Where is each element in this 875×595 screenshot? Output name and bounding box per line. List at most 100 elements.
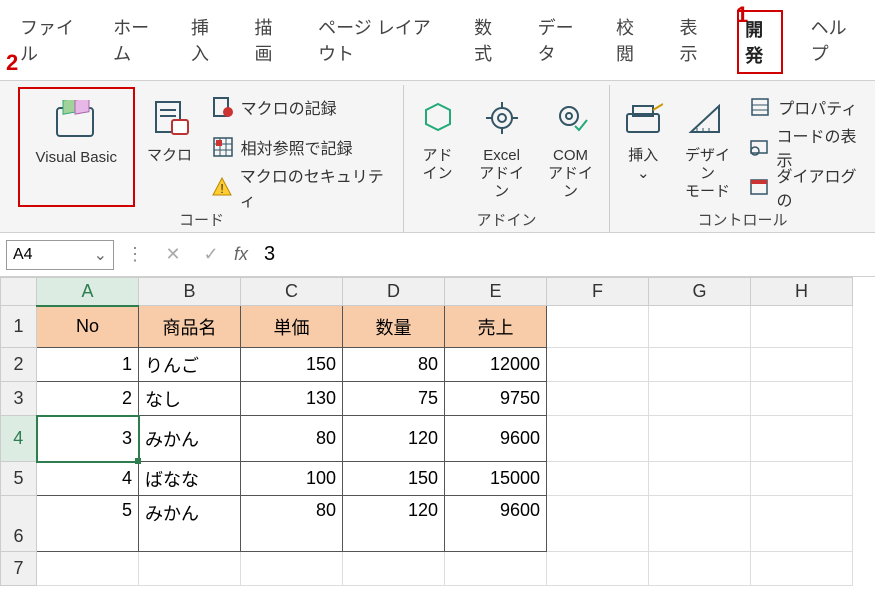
- tab-help[interactable]: ヘルプ: [805, 10, 861, 74]
- relative-ref-button[interactable]: 相対参照で記録: [211, 133, 393, 161]
- cell[interactable]: 100: [241, 462, 343, 496]
- tab-file[interactable]: ファイル: [14, 10, 85, 74]
- cell[interactable]: [649, 496, 751, 552]
- run-dialog-button[interactable]: ダイアログの: [748, 173, 865, 201]
- insert-control-button[interactable]: 挿入⌄: [614, 87, 673, 207]
- cell[interactable]: 80: [241, 496, 343, 552]
- tab-page-layout[interactable]: ページ レイアウト: [312, 10, 446, 74]
- cell[interactable]: ばなな: [139, 462, 241, 496]
- cell[interactable]: [751, 496, 853, 552]
- macro-security-button[interactable]: ! マクロのセキュリティ: [211, 173, 393, 201]
- col-header-G[interactable]: G: [649, 278, 751, 306]
- cell[interactable]: [547, 552, 649, 586]
- col-header-F[interactable]: F: [547, 278, 649, 306]
- com-addins-button[interactable]: COM アドイン: [536, 87, 605, 207]
- row-header-6[interactable]: 6: [1, 496, 37, 552]
- worksheet-grid[interactable]: A B C D E F G H 1 No 商品名 単価 数量 売上 2 1 りん…: [0, 277, 875, 586]
- cell[interactable]: みかん: [139, 416, 241, 462]
- cell[interactable]: みかん: [139, 496, 241, 552]
- cell[interactable]: [751, 306, 853, 348]
- cell[interactable]: 75: [343, 382, 445, 416]
- row-header-1[interactable]: 1: [1, 306, 37, 348]
- cell[interactable]: 9600: [445, 416, 547, 462]
- tab-view[interactable]: 表示: [674, 10, 716, 74]
- cell-selected[interactable]: 3: [37, 416, 139, 462]
- col-header-D[interactable]: D: [343, 278, 445, 306]
- cell[interactable]: [649, 462, 751, 496]
- cell[interactable]: [649, 416, 751, 462]
- tab-developer[interactable]: 開発: [737, 10, 783, 74]
- cancel-icon[interactable]: ✕: [156, 244, 190, 265]
- cell[interactable]: 1: [37, 348, 139, 382]
- row-header-5[interactable]: 5: [1, 462, 37, 496]
- tab-insert[interactable]: 挿入: [185, 10, 227, 74]
- excel-addins-button[interactable]: Excel アドイン: [467, 87, 536, 207]
- cell[interactable]: [751, 462, 853, 496]
- cell[interactable]: りんご: [139, 348, 241, 382]
- cell[interactable]: [547, 382, 649, 416]
- col-header-A[interactable]: A: [37, 278, 139, 306]
- cell[interactable]: 売上: [445, 306, 547, 348]
- confirm-icon[interactable]: ✓: [194, 244, 228, 265]
- cell[interactable]: 4: [37, 462, 139, 496]
- cell[interactable]: [751, 382, 853, 416]
- cell[interactable]: No: [37, 306, 139, 348]
- name-box[interactable]: A4 ⌄: [6, 240, 114, 270]
- row-header-3[interactable]: 3: [1, 382, 37, 416]
- cell[interactable]: [751, 348, 853, 382]
- cell[interactable]: 80: [241, 416, 343, 462]
- cell[interactable]: なし: [139, 382, 241, 416]
- col-header-H[interactable]: H: [751, 278, 853, 306]
- view-code-button[interactable]: コードの表示: [748, 133, 865, 161]
- cell[interactable]: 単価: [241, 306, 343, 348]
- col-header-E[interactable]: E: [445, 278, 547, 306]
- cell[interactable]: [139, 552, 241, 586]
- cell[interactable]: 15000: [445, 462, 547, 496]
- cell[interactable]: [547, 462, 649, 496]
- tab-formulas[interactable]: 数式: [468, 10, 510, 74]
- tab-data[interactable]: データ: [532, 10, 588, 74]
- macros-button[interactable]: マクロ: [135, 87, 205, 207]
- chevron-down-icon[interactable]: ⌄: [94, 245, 107, 265]
- col-header-C[interactable]: C: [241, 278, 343, 306]
- cell[interactable]: [547, 496, 649, 552]
- cell[interactable]: [547, 306, 649, 348]
- cell[interactable]: [649, 382, 751, 416]
- design-mode-button[interactable]: デザイン モード: [673, 87, 743, 207]
- cell[interactable]: [649, 552, 751, 586]
- select-all-corner[interactable]: [1, 278, 37, 306]
- cell[interactable]: [649, 306, 751, 348]
- record-macro-button[interactable]: マクロの記録: [211, 93, 393, 121]
- cell[interactable]: [445, 552, 547, 586]
- row-header-2[interactable]: 2: [1, 348, 37, 382]
- cell[interactable]: 5: [37, 496, 139, 552]
- formula-input[interactable]: [262, 241, 869, 268]
- cell[interactable]: [751, 416, 853, 462]
- properties-button[interactable]: プロパティ: [748, 93, 865, 121]
- cell[interactable]: [751, 552, 853, 586]
- col-header-B[interactable]: B: [139, 278, 241, 306]
- cell[interactable]: 150: [343, 462, 445, 496]
- cell[interactable]: 150: [241, 348, 343, 382]
- cell[interactable]: 120: [343, 416, 445, 462]
- cell[interactable]: 130: [241, 382, 343, 416]
- cell[interactable]: 80: [343, 348, 445, 382]
- cell[interactable]: 9600: [445, 496, 547, 552]
- tab-draw[interactable]: 描画: [249, 10, 291, 74]
- cell[interactable]: [547, 416, 649, 462]
- cell[interactable]: [547, 348, 649, 382]
- cell[interactable]: 12000: [445, 348, 547, 382]
- addins-button[interactable]: アド イン: [408, 87, 467, 207]
- row-header-4[interactable]: 4: [1, 416, 37, 462]
- cell[interactable]: [37, 552, 139, 586]
- cell[interactable]: 数量: [343, 306, 445, 348]
- visual-basic-button[interactable]: Visual Basic: [18, 87, 135, 207]
- cell[interactable]: [649, 348, 751, 382]
- cell[interactable]: 商品名: [139, 306, 241, 348]
- row-header-7[interactable]: 7: [1, 552, 37, 586]
- cell[interactable]: [241, 552, 343, 586]
- cell[interactable]: 9750: [445, 382, 547, 416]
- cell[interactable]: 120: [343, 496, 445, 552]
- tab-home[interactable]: ホーム: [107, 10, 163, 74]
- fx-icon[interactable]: fx: [234, 244, 248, 265]
